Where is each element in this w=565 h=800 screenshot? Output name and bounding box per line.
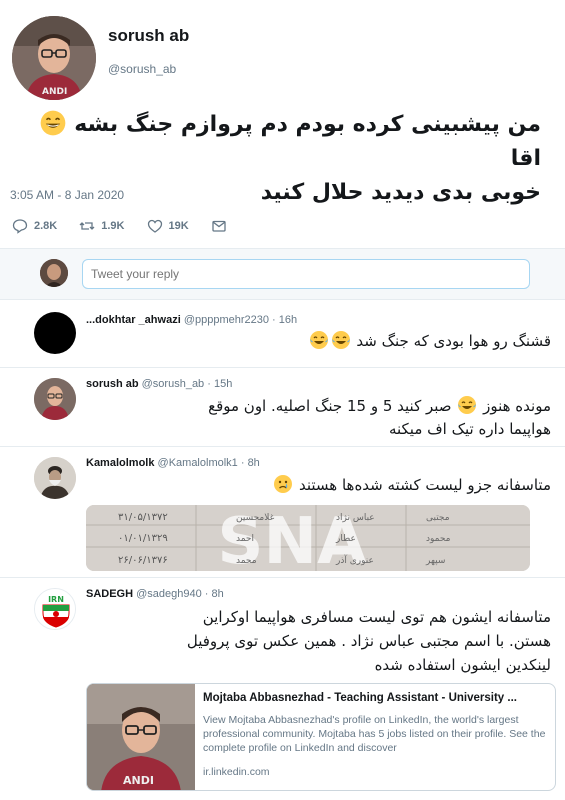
image-cell: محمود bbox=[426, 534, 451, 544]
reply-item[interactable]: ...dokhtar _ahwazi @ppppmehr2230 · 16h ق… bbox=[0, 300, 565, 368]
heart-icon bbox=[147, 219, 162, 233]
retweet-icon bbox=[79, 222, 95, 230]
link-preview-card[interactable]: ANDI Mojtaba Abbasnezhad - Teaching Assi… bbox=[86, 683, 556, 791]
envelope-icon bbox=[212, 220, 226, 232]
tweet-timestamp[interactable]: 3:05 AM - 8 Jan 2020 bbox=[10, 188, 124, 202]
reply-avatar[interactable] bbox=[34, 378, 76, 420]
tears-of-joy-emoji-icon bbox=[458, 396, 477, 414]
reply-text: قشنگ رو هوا بودی که جنگ شد bbox=[81, 330, 551, 353]
reply-header: ...dokhtar _ahwazi @ppppmehr2230 · 16h bbox=[86, 314, 298, 326]
reply-time[interactable]: 8h bbox=[212, 588, 224, 600]
svg-text:IRN: IRN bbox=[48, 595, 64, 604]
reply-author-name[interactable]: sorush ab bbox=[86, 378, 139, 390]
reply-button[interactable]: 2.8K bbox=[12, 218, 57, 234]
image-cell: محمد bbox=[236, 556, 257, 566]
reply-input[interactable] bbox=[82, 259, 530, 289]
reply-text: مونده هنوز صبر کنید 5 و 15 جنگ اصلیه. او… bbox=[81, 395, 551, 441]
direct-message-button[interactable] bbox=[211, 218, 233, 234]
reply-text-line: مونده هنوز صبر کنید 5 و 15 جنگ اصلیه. او… bbox=[81, 395, 551, 418]
link-preview-image: ANDI bbox=[87, 684, 195, 790]
reply-text-part: قشنگ رو هوا بودی که جنگ شد bbox=[356, 332, 551, 350]
link-preview-domain: ir.linkedin.com bbox=[203, 766, 270, 778]
author-name[interactable]: sorush ab bbox=[108, 26, 189, 46]
tweet-text-part-2: اقا bbox=[510, 146, 541, 171]
tweet-text-part-1: من پیشبینی کرده بودم دم پروازم جنگ بشه bbox=[74, 112, 541, 137]
tears-of-joy-emoji-icon bbox=[309, 331, 328, 349]
reply-text-part: متاسفانه جزو لیست کشته شده‌ها هستند bbox=[298, 476, 551, 494]
reply-avatar[interactable] bbox=[34, 457, 76, 499]
svg-text:ANDI: ANDI bbox=[123, 774, 154, 787]
reply-text-line: لینکدین ایشون استفاده شده bbox=[374, 656, 551, 674]
reply-icon bbox=[12, 219, 28, 234]
reply-author-handle[interactable]: @ppppmehr2230 bbox=[184, 314, 269, 326]
grinning-emoji-icon bbox=[40, 110, 65, 136]
reply-time[interactable]: 8h bbox=[248, 457, 260, 469]
image-cell: احمد bbox=[236, 534, 254, 544]
tears-of-joy-emoji-icon bbox=[331, 331, 350, 349]
image-cell: عنوری آذر bbox=[335, 554, 374, 566]
tweet-text-line-1: من پیشبینی کرده بودم دم پروازم جنگ بشه ا… bbox=[21, 108, 541, 176]
reply-avatar[interactable]: IRN bbox=[34, 588, 76, 630]
image-cell: غلامحسین bbox=[236, 513, 275, 523]
reply-text-part: مونده هنوز bbox=[483, 397, 551, 415]
reply-text-line: متاسفانه ایشون هم توی لیست مسافری هواپیم… bbox=[202, 608, 551, 626]
author-photo: ANDI bbox=[12, 16, 96, 100]
tweet-actions: 2.8K 1.9K 19K bbox=[12, 218, 255, 234]
reply-item[interactable]: sorush ab @sorush_ab · 15h مونده هنوز صب… bbox=[0, 368, 565, 447]
reply-text-part: صبر کنید 5 و 15 جنگ اصلیه. اون موقع bbox=[208, 397, 452, 415]
reply-text-line: هواپیما داره تیک اف میکنه bbox=[388, 420, 551, 438]
reply-author-handle[interactable]: @sorush_ab bbox=[142, 378, 205, 390]
like-count: 19K bbox=[168, 220, 189, 232]
reply-avatar[interactable] bbox=[34, 312, 76, 354]
reply-composer bbox=[0, 248, 565, 300]
current-user-avatar bbox=[40, 259, 68, 287]
attached-image[interactable]: SNA ۳۱/۰۵/۱۳۷۲ غلامحسین عباس نژاد مجتبی … bbox=[86, 505, 530, 571]
retweet-count: 1.9K bbox=[101, 220, 125, 232]
author-handle[interactable]: @sorush_ab bbox=[108, 62, 176, 76]
like-button[interactable]: 19K bbox=[147, 218, 189, 234]
image-cell: ۳۱/۰۵/۱۳۷۲ bbox=[118, 512, 168, 523]
image-cell: عطار bbox=[335, 534, 356, 544]
image-cell: ۰۱/۰۱/۱۳۲۹ bbox=[118, 533, 168, 544]
reply-time[interactable]: 15h bbox=[214, 378, 232, 390]
team-badge-icon: IRN bbox=[35, 589, 75, 629]
reply-count: 2.8K bbox=[34, 220, 58, 232]
reply-author-name[interactable]: ...dokhtar _ahwazi bbox=[86, 314, 181, 326]
reply-text: متاسفانه ایشون هم توی لیست مسافری هواپیم… bbox=[81, 605, 551, 677]
image-cell: سپهر bbox=[425, 556, 445, 566]
svg-text:ANDI: ANDI bbox=[42, 87, 67, 97]
reply-header: SADEGH @sadegh940 · 8h bbox=[86, 588, 224, 600]
reply-author-name[interactable]: Kamalolmolk bbox=[86, 457, 154, 469]
link-preview-description: View Mojtaba Abbasnezhad's profile on Li… bbox=[203, 714, 546, 754]
passenger-list-image: SNA ۳۱/۰۵/۱۳۷۲ غلامحسین عباس نژاد مجتبی … bbox=[86, 505, 530, 571]
main-tweet: ANDI sorush ab @sorush_ab من پیشبینی کرد… bbox=[0, 0, 565, 248]
reply-author-handle[interactable]: @Kamalolmolk1 bbox=[158, 457, 238, 469]
reply-header: Kamalolmolk @Kamalolmolk1 · 8h bbox=[86, 457, 260, 469]
reply-time[interactable]: 16h bbox=[279, 314, 297, 326]
author-avatar[interactable]: ANDI bbox=[12, 16, 96, 100]
reply-header: sorush ab @sorush_ab · 15h bbox=[86, 378, 233, 390]
reply-author-name[interactable]: SADEGH bbox=[86, 588, 133, 600]
image-cell: مجتبی bbox=[426, 513, 450, 523]
crying-face-emoji-icon bbox=[274, 475, 293, 493]
reply-text-line: هستن. با اسم مجتبی عباس نژاد . همین عکس … bbox=[186, 632, 551, 650]
reply-author-handle[interactable]: @sadegh940 bbox=[136, 588, 202, 600]
link-preview-title: Mojtaba Abbasnezhad - Teaching Assistant… bbox=[203, 692, 517, 704]
reply-text: متاسفانه جزو لیست کشته شده‌ها هستند bbox=[81, 474, 551, 497]
retweet-button[interactable]: 1.9K bbox=[79, 218, 125, 234]
image-cell: ۲۶/۰۶/۱۳۷۶ bbox=[118, 555, 168, 566]
image-cell: عباس نژاد bbox=[336, 513, 375, 523]
